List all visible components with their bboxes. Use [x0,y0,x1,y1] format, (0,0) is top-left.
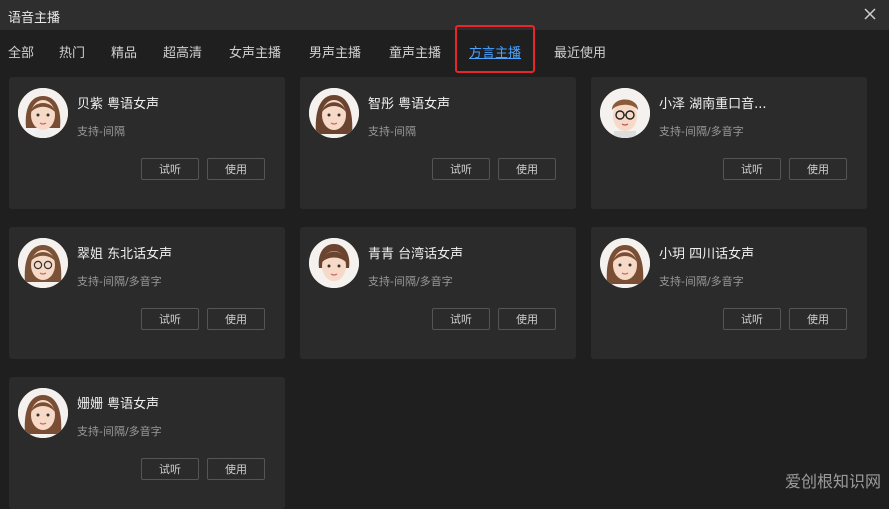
voice-card: 智彤 粤语女声 支持-间隔 试听 使用 [300,77,576,209]
listen-button[interactable]: 试听 [141,308,199,330]
male-glasses-avatar-icon [600,88,650,138]
close-icon[interactable] [861,5,879,23]
tab-all[interactable]: 全部 [8,42,34,61]
voice-name: 青青 台湾话女声 [368,247,464,262]
title-bar: 语音主播 [0,0,889,30]
voice-card: 小泽 湖南重口音... 支持-间隔/多音字 试听 使用 [591,77,867,209]
female-avatar-icon [18,88,68,138]
listen-button[interactable]: 试听 [141,458,199,480]
voice-support: 支持-间隔/多音字 [659,125,744,138]
voice-support: 支持-间隔/多音字 [77,275,162,288]
use-button[interactable]: 使用 [789,158,847,180]
voice-support: 支持-间隔/多音字 [659,275,744,288]
voice-card: 翠姐 东北话女声 支持-间隔/多音字 试听 使用 [9,227,285,359]
use-button[interactable]: 使用 [207,458,265,480]
window-title: 语音主播 [8,11,61,26]
tab-premium[interactable]: 精品 [111,42,137,61]
watermark: 爱创根知识网 [784,472,881,491]
voice-name: 小玥 四川话女声 [659,247,755,262]
female-avatar-icon [600,238,650,288]
female-glasses-avatar-icon [18,238,68,288]
listen-button[interactable]: 试听 [432,158,490,180]
listen-button[interactable]: 试听 [432,308,490,330]
voice-name: 姗姗 粤语女声 [77,397,160,412]
voice-support: 支持-间隔 [368,125,416,138]
voice-name: 翠姐 东北话女声 [77,247,173,262]
female-avatar-icon [309,88,359,138]
tab-child-voice[interactable]: 童声主播 [389,42,441,61]
voice-card: 小玥 四川话女声 支持-间隔/多音字 试听 使用 [591,227,867,359]
tab-recent[interactable]: 最近使用 [554,42,606,61]
use-button[interactable]: 使用 [207,308,265,330]
category-tabs: 全部 热门 精品 超高清 女声主播 男声主播 童声主播 方言主播 最近使用 [0,30,889,72]
voice-card: 青青 台湾话女声 支持-间隔/多音字 试听 使用 [300,227,576,359]
voice-name: 贝紫 粤语女声 [77,97,160,112]
tab-female-voice[interactable]: 女声主播 [229,42,281,61]
voice-support: 支持-间隔 [77,125,125,138]
use-button[interactable]: 使用 [207,158,265,180]
voice-support: 支持-间隔/多音字 [368,275,453,288]
use-button[interactable]: 使用 [498,308,556,330]
use-button[interactable]: 使用 [789,308,847,330]
tab-male-voice[interactable]: 男声主播 [309,42,361,61]
female-avatar-icon [18,388,68,438]
listen-button[interactable]: 试听 [723,308,781,330]
listen-button[interactable]: 试听 [723,158,781,180]
use-button[interactable]: 使用 [498,158,556,180]
female-avatar-icon [309,238,359,288]
active-tab-highlight [455,25,535,73]
voice-name: 智彤 粤语女声 [368,97,451,112]
tab-ultra-hd[interactable]: 超高清 [163,42,202,61]
voice-card: 贝紫 粤语女声 支持-间隔 试听 使用 [9,77,285,209]
voice-card: 姗姗 粤语女声 支持-间隔/多音字 试听 使用 [9,377,285,509]
tab-hot[interactable]: 热门 [59,42,85,61]
listen-button[interactable]: 试听 [141,158,199,180]
voice-name: 小泽 湖南重口音... [659,97,767,112]
voice-support: 支持-间隔/多音字 [77,425,162,438]
